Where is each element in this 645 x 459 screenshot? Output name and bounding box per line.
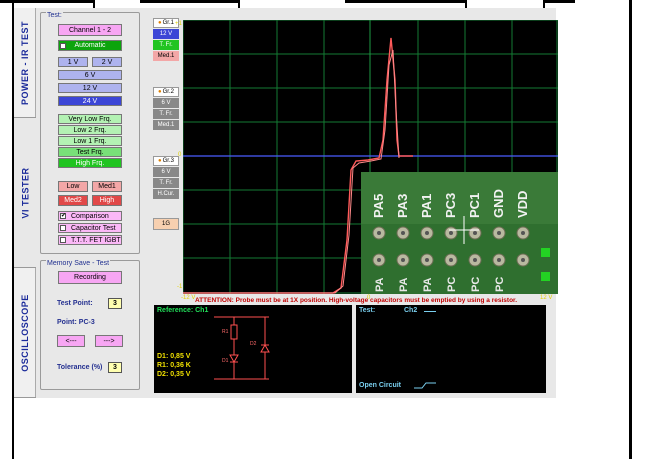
- legend-gr3-level: H.Cur.: [153, 189, 179, 199]
- pcb-pin-label-partial: PC: [470, 277, 482, 292]
- reference-r1-value: R1: 0,36 K: [157, 362, 191, 369]
- tab-vi-tester[interactable]: VI TESTER: [14, 118, 36, 268]
- voltage-6v-button[interactable]: 6 V: [58, 70, 122, 80]
- pcb-pin-label-partial: PA: [422, 277, 434, 292]
- tab-power-ir-test[interactable]: POWER - IR TEST: [14, 8, 36, 118]
- y-axis-mid-label: 0: [178, 152, 182, 158]
- level-low-button[interactable]: Low: [58, 181, 88, 192]
- top-border-mid2: [345, 0, 465, 3]
- automatic-checkbox[interactable]: [60, 43, 66, 49]
- freq-low1-button[interactable]: Low 1 Frq.: [58, 136, 122, 146]
- pcb-photo: PA5 PA3 PA1 PC3 PC1 GND VDD PA PA PA PC …: [361, 172, 558, 294]
- level-med2-button[interactable]: Med2: [58, 195, 88, 206]
- legend-gr3-voltage: 6 V: [153, 167, 179, 177]
- voltage-2v-button[interactable]: 2 V: [92, 57, 122, 67]
- tab-label: POWER - IR TEST: [20, 20, 30, 105]
- test-group: Test: Channel 1 - 2 Automatic 1 V 2 V 6 …: [40, 12, 140, 254]
- control-column: Test: Channel 1 - 2 Automatic 1 V 2 V 6 …: [38, 8, 158, 398]
- tab-label: OSCILLOSCOPE: [20, 293, 31, 372]
- voltage-1v-button[interactable]: 1 V: [58, 57, 88, 67]
- capacitor-test-checkbox[interactable]: [60, 225, 66, 231]
- y-axis-top-label: +1: [175, 21, 182, 27]
- attention-warning: ATTENTION: Probe must be at 1X position.…: [194, 297, 518, 304]
- side-tabs: POWER - IR TEST VI TESTER OSCILLOSCOPE: [14, 8, 36, 398]
- pcb-pin-label: PC1: [467, 193, 482, 218]
- comparison-option[interactable]: Comparison: [58, 211, 122, 221]
- reference-circuit: R1 D1 D2: [214, 316, 270, 380]
- recording-button[interactable]: Recording: [58, 271, 122, 284]
- ttt-fet-igbt-checkbox[interactable]: [60, 237, 66, 243]
- point-label: Point: PC-3: [57, 319, 95, 326]
- voltage-24v-button[interactable]: 24 V: [58, 96, 122, 106]
- capacitor-test-option[interactable]: Capacitor Test: [58, 223, 122, 233]
- legend-gr2-voltage: 6 V: [153, 98, 179, 108]
- memory-group: Memory Save - Test Recording Test Point:…: [40, 260, 140, 390]
- pcb-pin-label-partial: PC: [446, 277, 458, 292]
- test-channel-label: Ch2: [404, 307, 418, 314]
- reference-panel: Reference: Ch1 R1 D1 D2 D1: 0,85 V R1: 0…: [154, 305, 352, 393]
- voltage-12v-button[interactable]: 12 V: [58, 83, 122, 93]
- test-title: Test:: [359, 307, 376, 314]
- comparison-checkbox[interactable]: ✔: [60, 213, 66, 219]
- tab-label: VI TESTER: [20, 166, 31, 219]
- pcb-pin-label-partial: PA: [398, 277, 410, 292]
- legend-gr1-voltage: 12 V: [153, 29, 179, 39]
- next-point-button[interactable]: --->: [95, 335, 123, 347]
- app-window: POWER - IR TEST VI TESTER OSCILLOSCOPE T…: [14, 8, 558, 398]
- pcb-pin-label: PC3: [443, 193, 458, 218]
- legend-gr1-level: Med.1: [153, 51, 179, 61]
- pcb-pin-label: PA5: [371, 194, 386, 218]
- top-border-mid: [140, 0, 240, 3]
- automatic-button[interactable]: Automatic: [58, 40, 122, 51]
- freq-high-button[interactable]: High Frq.: [58, 158, 122, 168]
- pcb-pin-label: PA3: [395, 194, 410, 218]
- pcb-pin-label: GND: [491, 189, 506, 218]
- pcb-pin-label: VDD: [515, 191, 530, 218]
- level-med1-button[interactable]: Med1: [92, 181, 122, 192]
- test-channel-line: [424, 311, 436, 312]
- pcb-pin-label-partial: PA: [374, 277, 386, 292]
- circuit-component-label: R1: [222, 329, 229, 335]
- level-high-button[interactable]: High: [92, 195, 122, 206]
- legend-gr2[interactable]: ● Gr.2: [153, 87, 179, 97]
- channel-button[interactable]: Channel 1 - 2: [58, 24, 122, 36]
- pcb-pin-label-partial: PC: [494, 277, 506, 292]
- test-point-value[interactable]: 3: [108, 298, 122, 309]
- legend-gr3[interactable]: ● Gr.3: [153, 156, 179, 166]
- legend-gr2-level: Med.1: [153, 120, 179, 130]
- tolerance-label: Tolerance (%): [57, 364, 103, 371]
- test-group-title: Test:: [46, 12, 63, 19]
- legend-gr2-freq: T. Fr.: [153, 109, 179, 119]
- freq-test-button[interactable]: Test Frq.: [58, 147, 122, 157]
- test-status: Open Circuit: [359, 382, 402, 389]
- memory-group-title: Memory Save - Test: [46, 260, 111, 267]
- tab-oscilloscope[interactable]: OSCILLOSCOPE: [14, 268, 36, 398]
- reference-d1-value: D1: 0,85 V: [157, 353, 191, 360]
- tolerance-value[interactable]: 3: [108, 362, 122, 373]
- right-border: [629, 0, 632, 459]
- plot-svg: PA5 PA3 PA1 PC3 PC1 GND VDD PA PA PA PC …: [183, 20, 558, 294]
- reference-d2-value: D2: 0,35 V: [157, 371, 191, 378]
- legend-gr3-freq: T. Fr.: [153, 178, 179, 188]
- y-axis-bottom-label: -1: [177, 284, 183, 290]
- automatic-label: Automatic: [74, 42, 106, 49]
- freq-very-low-button[interactable]: Very Low Frq.: [58, 114, 122, 124]
- pcb-pin-label: PA1: [419, 194, 434, 218]
- circuit-component-label: D2: [250, 341, 257, 347]
- legend-gr1-freq: T. Fr.: [153, 40, 179, 50]
- test-point-label: Test Point:: [57, 300, 93, 307]
- open-circuit-icon: [414, 382, 436, 389]
- top-border-right: [545, 0, 575, 3]
- circuit-component-label: D1: [222, 358, 229, 364]
- zoom-button[interactable]: 1G: [153, 218, 179, 230]
- freq-low2-button[interactable]: Low 2 Frq.: [58, 125, 122, 135]
- vi-curve-plot[interactable]: PA5 PA3 PA1 PC3 PC1 GND VDD PA PA PA PC …: [175, 20, 558, 301]
- ttt-fet-igbt-option[interactable]: T.T.T. FET IGBT: [58, 235, 122, 245]
- prev-point-button[interactable]: <---: [57, 335, 85, 347]
- test-panel: Test: Ch2 Open Circuit: [356, 305, 546, 393]
